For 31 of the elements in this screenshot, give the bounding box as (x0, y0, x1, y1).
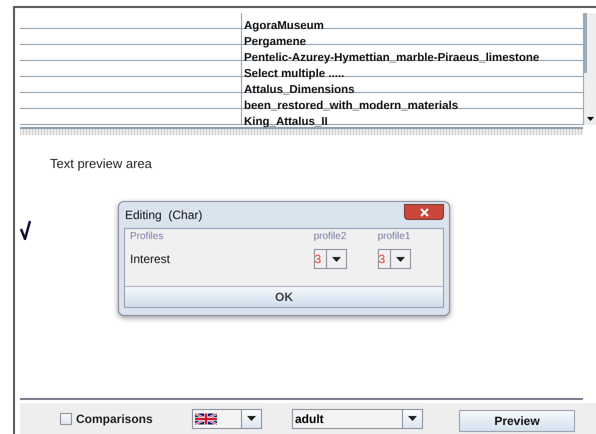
table-cell: Pergamene (244, 36, 306, 48)
comparisons-checkbox[interactable] (60, 412, 72, 424)
caret-icon (332, 256, 340, 262)
close-icon (420, 208, 428, 216)
checkbox-label: Comparisons (76, 410, 153, 428)
value-dropdown[interactable]: 3 (314, 249, 346, 269)
table-cell: Attalus_Dimensions (244, 84, 355, 96)
preview-button[interactable]: Preview (459, 410, 575, 432)
flag-icon (195, 412, 217, 424)
column-header: profile2 (314, 230, 346, 244)
column-header: Profiles (130, 230, 164, 244)
close-button[interactable] (404, 204, 444, 220)
value-dropdown[interactable]: 3 (378, 249, 410, 269)
preview-text: Text preview area (50, 155, 152, 173)
scroll-down-icon[interactable] (587, 117, 594, 121)
table-cell: been_restored_with_modern_materials (244, 100, 458, 112)
audience-dropdown[interactable]: adult (292, 408, 423, 428)
caret-icon (396, 256, 404, 262)
row-label: Interest (130, 251, 172, 268)
language-dropdown[interactable] (192, 408, 262, 428)
table-cell: Select multiple ..... (244, 68, 344, 80)
check-mark-icon (20, 220, 32, 240)
table-cell: Pentelic-Azurey-Hymettian_marble-Piraeus_limestone (244, 52, 540, 64)
table-cell: AgoraMuseum (244, 20, 324, 32)
dialog-title: Editing (Char) (124, 207, 202, 224)
column-header: profile1 (378, 230, 410, 244)
caret-icon (247, 416, 256, 421)
scrollbar[interactable] (583, 13, 596, 125)
ok-button[interactable]: OK (125, 286, 443, 307)
caret-icon (408, 416, 417, 421)
table-cell: King_Attalus_II (244, 116, 328, 128)
